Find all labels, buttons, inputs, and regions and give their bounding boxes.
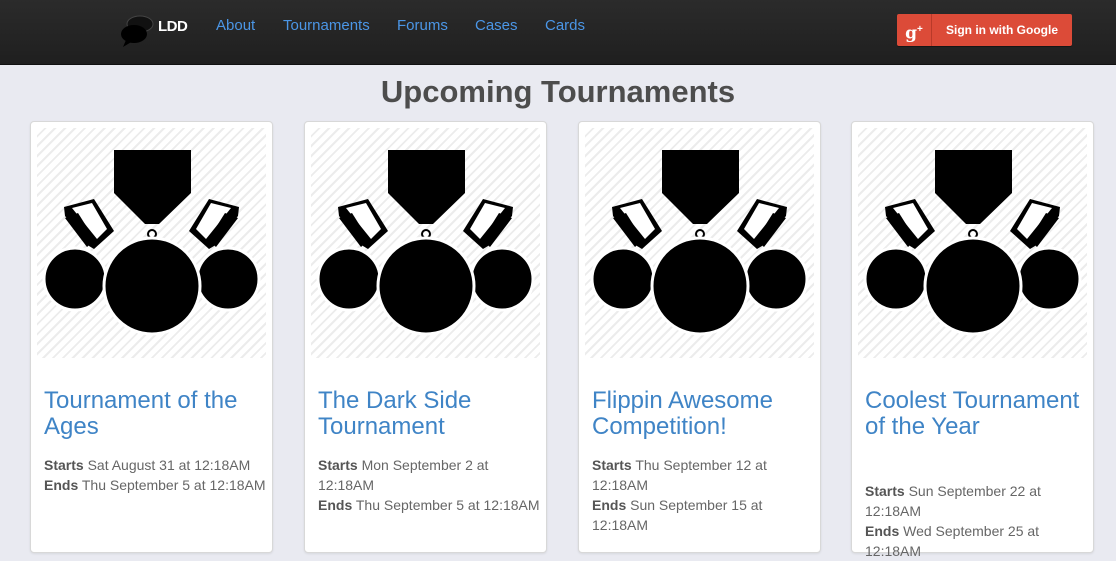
medals-icon	[863, 148, 1082, 336]
medals-icon	[590, 148, 809, 336]
tournament-ends: Ends Thu September 5 at 12:18AM	[318, 497, 540, 513]
tournament-ends: Ends Thu September 5 at 12:18AM	[44, 477, 266, 493]
nav-forums[interactable]: Forums	[397, 17, 448, 34]
medals-icon	[42, 148, 261, 336]
tournament-title[interactable]: Flippin Awesome Competition!	[592, 388, 812, 440]
page-title: Upcoming Tournaments	[380, 74, 736, 109]
tournament-dates: Starts Mon September 2 at 12:18AM Ends T…	[318, 455, 543, 515]
tournament-thumbnail[interactable]	[37, 128, 266, 358]
brand-name: LDD	[158, 18, 188, 35]
tournament-starts: Starts Mon September 2 at 12:18AM	[318, 457, 489, 493]
navbar: LDD About Tournaments Forums Cases Cards…	[0, 0, 1116, 65]
tournament-starts: Starts Sun September 22 at 12:18AM	[865, 483, 1041, 519]
medals-icon	[316, 148, 535, 336]
tournament-ends: Ends Wed September 25 at 12:18AM	[865, 523, 1040, 559]
tournament-card: The Dark Side Tournament Starts Mon Sept…	[304, 121, 547, 553]
tournament-dates: Starts Sat August 31 at 12:18AM Ends Thu…	[44, 455, 269, 495]
nav-tournaments[interactable]: Tournaments	[283, 17, 370, 34]
nav-about[interactable]: About	[216, 17, 255, 34]
tournament-card: Flippin Awesome Competition! Starts Thu …	[578, 121, 821, 553]
nav-cases[interactable]: Cases	[475, 17, 518, 34]
tournament-title[interactable]: Coolest Tournament of the Year	[865, 388, 1085, 440]
tournament-card: Tournament of the Ages Starts Sat August…	[30, 121, 273, 553]
brand-logo[interactable]: LDD	[120, 14, 188, 48]
tournament-title[interactable]: Tournament of the Ages	[44, 388, 264, 440]
chat-bubbles-icon	[121, 15, 154, 47]
tournament-ends: Ends Sun September 15 at 12:18AM	[592, 497, 763, 533]
tournament-thumbnail[interactable]	[858, 128, 1087, 358]
tournament-dates: Starts Sun September 22 at 12:18AM Ends …	[865, 481, 1090, 561]
google-signin-button[interactable]: g+ Sign in with Google	[897, 14, 1072, 46]
tournament-thumbnail[interactable]	[585, 128, 814, 358]
tournament-thumbnail[interactable]	[311, 128, 540, 358]
tournament-dates: Starts Thu September 12 at 12:18AM Ends …	[592, 455, 817, 535]
google-signin-label: Sign in with Google	[946, 23, 1058, 37]
tournament-starts: Starts Sat August 31 at 12:18AM	[44, 457, 251, 473]
nav-cards[interactable]: Cards	[545, 17, 585, 34]
tournament-title[interactable]: The Dark Side Tournament	[318, 388, 538, 440]
tournament-card: Coolest Tournament of the Year Starts Su…	[851, 121, 1094, 559]
google-plus-icon: g+	[897, 14, 932, 46]
tournament-starts: Starts Thu September 12 at 12:18AM	[592, 457, 767, 493]
